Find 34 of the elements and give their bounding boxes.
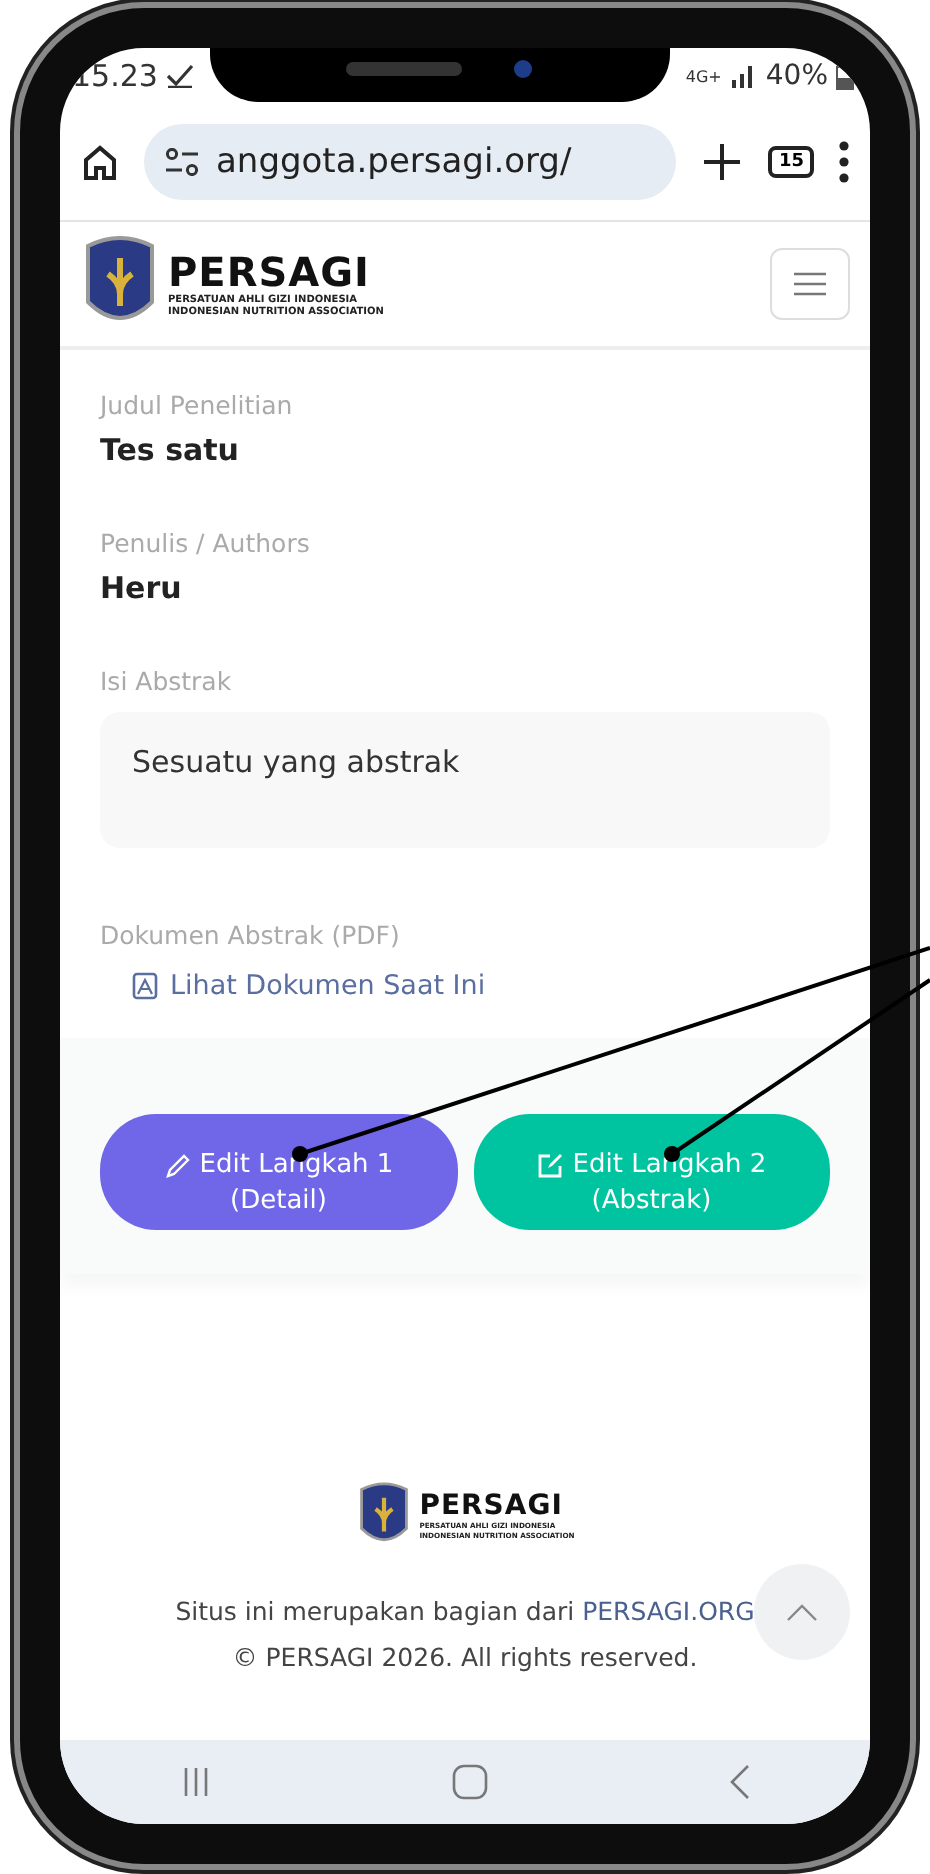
back-icon[interactable] — [729, 1764, 749, 1800]
document-icon — [132, 972, 158, 1000]
document-link[interactable]: Lihat Dokumen Saat Ini — [132, 970, 486, 1002]
address-bar[interactable]: anggota.persagi.org/ — [144, 124, 677, 200]
home-icon[interactable] — [80, 142, 120, 182]
chevron-up-icon — [786, 1603, 818, 1621]
tab-count-button[interactable]: 15 — [768, 146, 814, 178]
recent-apps-icon[interactable] — [181, 1766, 209, 1798]
battery-level: 40% — [765, 60, 828, 92]
copyright-text: © PERSAGI 2026. All rights reserved. — [232, 1642, 698, 1672]
field-label: Isi Abstrak — [100, 666, 234, 696]
footer-link[interactable]: PERSAGI.ORG — [582, 1596, 755, 1626]
field-label: Judul Penelitian — [100, 390, 295, 420]
field-label: Penulis / Authors — [100, 528, 312, 558]
home-button-icon[interactable] — [451, 1764, 487, 1800]
network-type: 4G+ — [685, 67, 722, 85]
signal-icon — [729, 64, 758, 88]
pencil-icon — [163, 1151, 192, 1179]
site-settings-icon[interactable] — [164, 148, 200, 176]
check-icon — [165, 64, 194, 88]
field-value: Heru — [100, 570, 184, 606]
battery-icon — [836, 63, 854, 89]
footer-text: Situs ini merupakan bagian dari — [175, 1596, 575, 1626]
menu-button[interactable] — [770, 248, 850, 320]
edit-step-button[interactable]: Edit Langkah 1 (Detail) — [100, 1114, 457, 1230]
new-tab-icon[interactable] — [700, 140, 745, 184]
abstract-text: Sesuatu yang abstrak — [132, 744, 460, 780]
field-label: Dokumen Abstrak (PDF) — [100, 920, 402, 950]
edit-icon — [536, 1151, 565, 1179]
menu-icon[interactable] — [838, 140, 850, 184]
menu-icon — [794, 272, 826, 296]
field-value: Tes satu — [100, 432, 241, 468]
brand-name: PERSAGI — [419, 1491, 565, 1522]
brand-name: PERSAGI — [168, 249, 372, 293]
